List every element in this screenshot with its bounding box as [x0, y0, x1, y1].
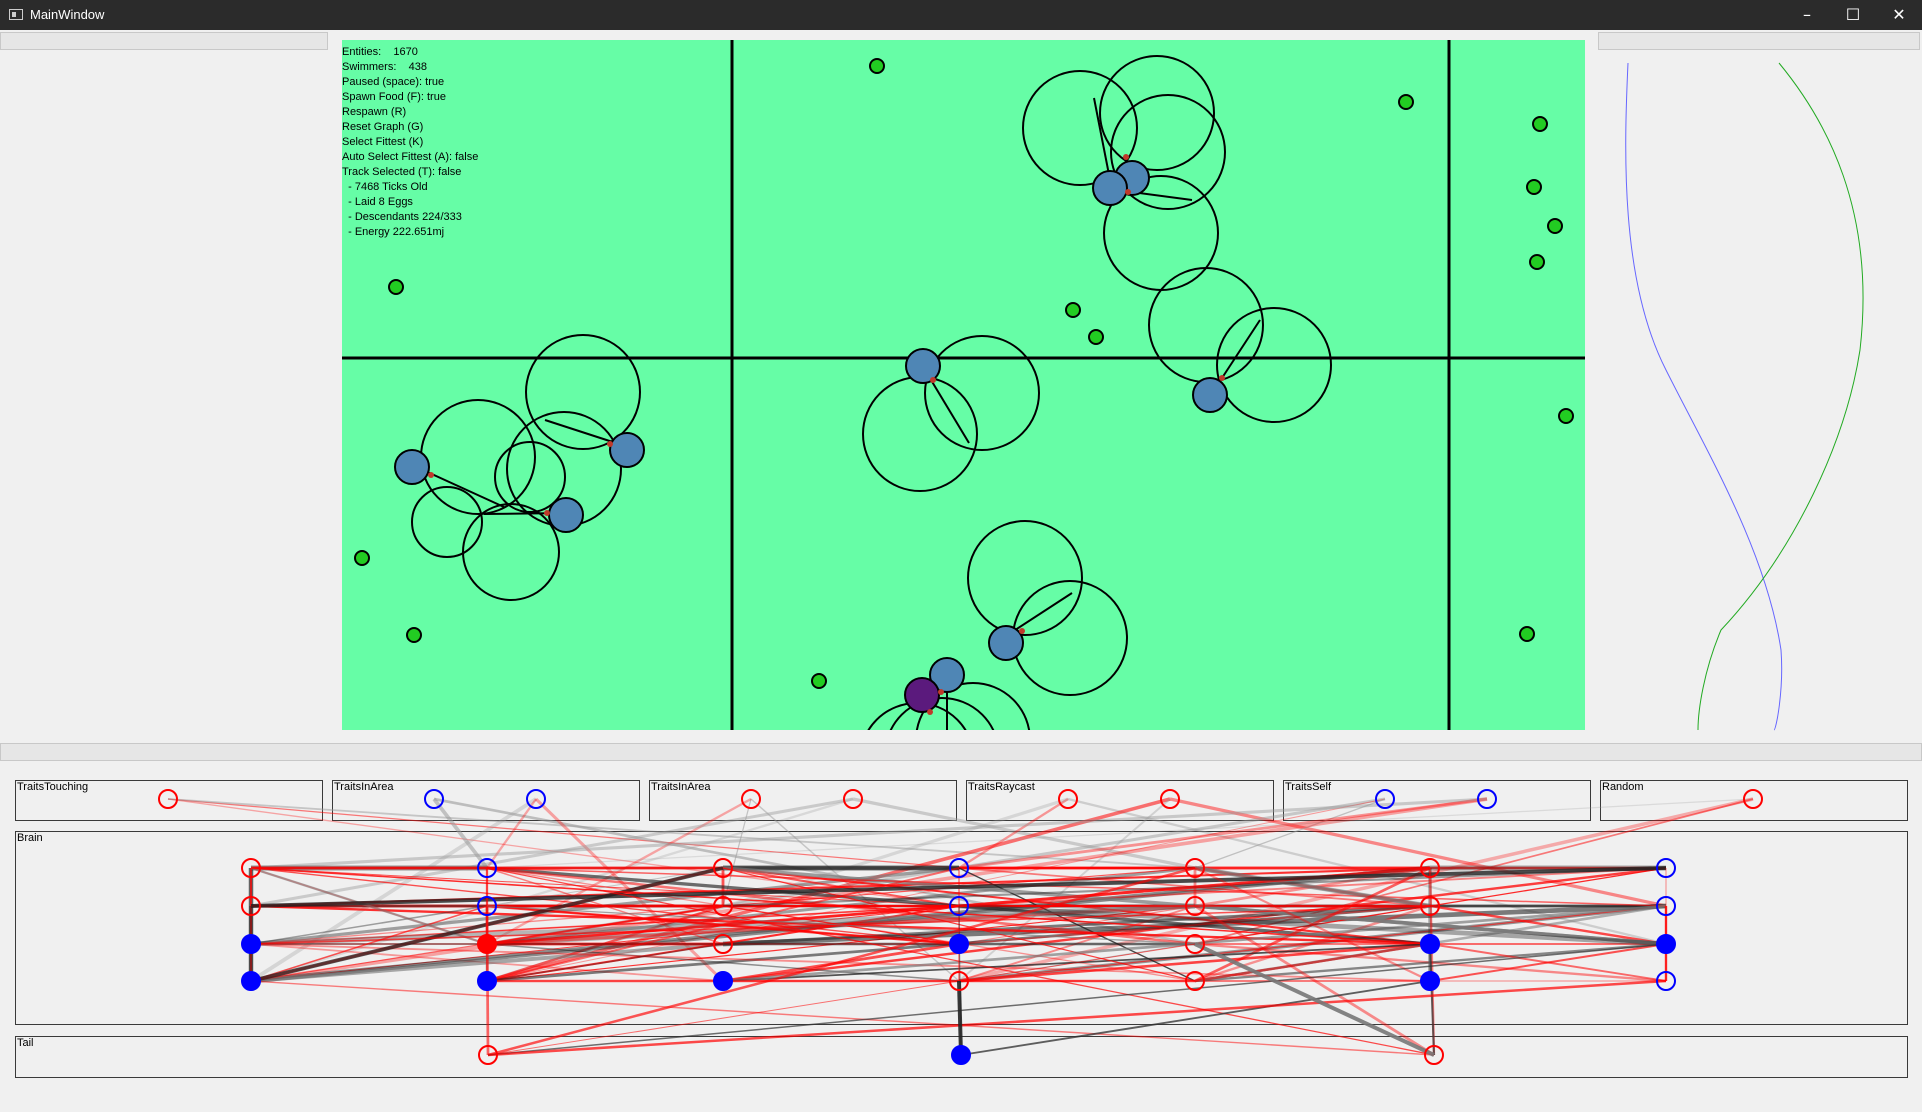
food-pellet: [406, 627, 422, 643]
hud-energy: - Energy 222.651mj: [342, 226, 445, 238]
food-pellet: [869, 58, 885, 74]
food-pellet: [1547, 218, 1563, 234]
food-pellet: [1519, 626, 1535, 642]
food-pellets: [354, 58, 1574, 689]
hud-reset-graph: Reset Graph (G): [342, 121, 424, 133]
tail-label: Tail: [17, 1037, 34, 1049]
food-pellet: [1065, 302, 1081, 318]
hud-paused: Paused (space): true: [342, 76, 445, 88]
swimmer: [988, 625, 1024, 661]
food-pellet: [1529, 254, 1545, 270]
input-group-traits-raycast: TraitsRaycast: [966, 780, 1274, 821]
swimmer: [394, 449, 430, 485]
title-bar: MainWindow – ☐ ✕: [0, 0, 1922, 30]
brain-layers-box: Brain: [15, 831, 1908, 1025]
swimmer-mouths: [428, 154, 1225, 715]
hud-descendants: - Descendants 224/333: [342, 211, 462, 223]
input-group-traits-in-area-2: TraitsInArea: [649, 780, 957, 821]
food-pellet: [811, 673, 827, 689]
swimmer: [548, 497, 584, 533]
hud-auto-select: Auto Select Fittest (A): false: [342, 151, 479, 163]
minimize-button[interactable]: –: [1784, 0, 1830, 30]
hud-respawn: Respawn (R): [342, 106, 407, 118]
input-group-traits-self: TraitsSelf: [1283, 780, 1591, 821]
input-group-traits-in-area-1: TraitsInArea: [332, 780, 640, 821]
food-pellet: [1532, 116, 1548, 132]
food-pellet: [354, 550, 370, 566]
input-group-label: Random: [1602, 781, 1644, 793]
hud-select-fittest: Select Fittest (K): [342, 136, 424, 148]
tail-outputs-box: Tail: [15, 1036, 1908, 1078]
input-group-label: TraitsInArea: [334, 781, 394, 793]
input-group-label: TraitsSelf: [1285, 781, 1332, 793]
right-panel: [1596, 30, 1922, 742]
input-group-label: TraitsRaycast: [968, 781, 1035, 793]
input-group-traits-touching: TraitsTouching: [15, 780, 323, 821]
grid-lines: [342, 40, 1585, 730]
simulation-viewport[interactable]: Entities: 1670 Swimmers: 438 Paused (spa…: [342, 40, 1585, 730]
maximize-button[interactable]: ☐: [1830, 0, 1876, 30]
window-title: MainWindow: [30, 7, 105, 22]
input-group-random: Random: [1600, 780, 1908, 821]
left-panel: [0, 30, 330, 742]
right-panel-header[interactable]: [1598, 32, 1920, 50]
input-group-label: TraitsTouching: [17, 781, 89, 793]
hud-entities: Entities: 1670: [342, 46, 418, 58]
food-pellet: [1526, 179, 1542, 195]
input-group-label: TraitsInArea: [651, 781, 711, 793]
hud-eggs: - Laid 8 Eggs: [342, 196, 413, 208]
left-panel-header[interactable]: [0, 32, 328, 50]
food-pellet: [1398, 94, 1414, 110]
simulation-canvas[interactable]: [342, 40, 1585, 730]
food-pellet: [388, 279, 404, 295]
swimmer: [1092, 170, 1128, 206]
hud-swimmers: Swimmers: 438: [342, 61, 427, 73]
close-button[interactable]: ✕: [1876, 0, 1922, 30]
hud-track-selected: Track Selected (T): false: [342, 166, 462, 178]
selected-swimmer: [904, 677, 940, 713]
hud-overlay: Entities: 1670 Swimmers: 438 Paused (spa…: [342, 45, 478, 240]
hud-spawn-food: Spawn Food (F): true: [342, 91, 446, 103]
food-pellet: [1558, 408, 1574, 424]
swimmer: [1192, 377, 1228, 413]
population-graph: [1625, 62, 1864, 731]
hud-ticks: - 7468 Ticks Old: [342, 181, 428, 193]
graph-line-green: [1697, 62, 1864, 731]
graph-line-blue: [1625, 62, 1783, 731]
horizontal-splitter[interactable]: [0, 743, 1922, 761]
window-icon: [9, 9, 23, 20]
food-pellet: [1088, 329, 1104, 345]
brain-panel: TraitsTouching TraitsInArea TraitsInArea…: [0, 760, 1922, 1112]
swimmer: [609, 432, 645, 468]
brain-label: Brain: [17, 832, 43, 844]
